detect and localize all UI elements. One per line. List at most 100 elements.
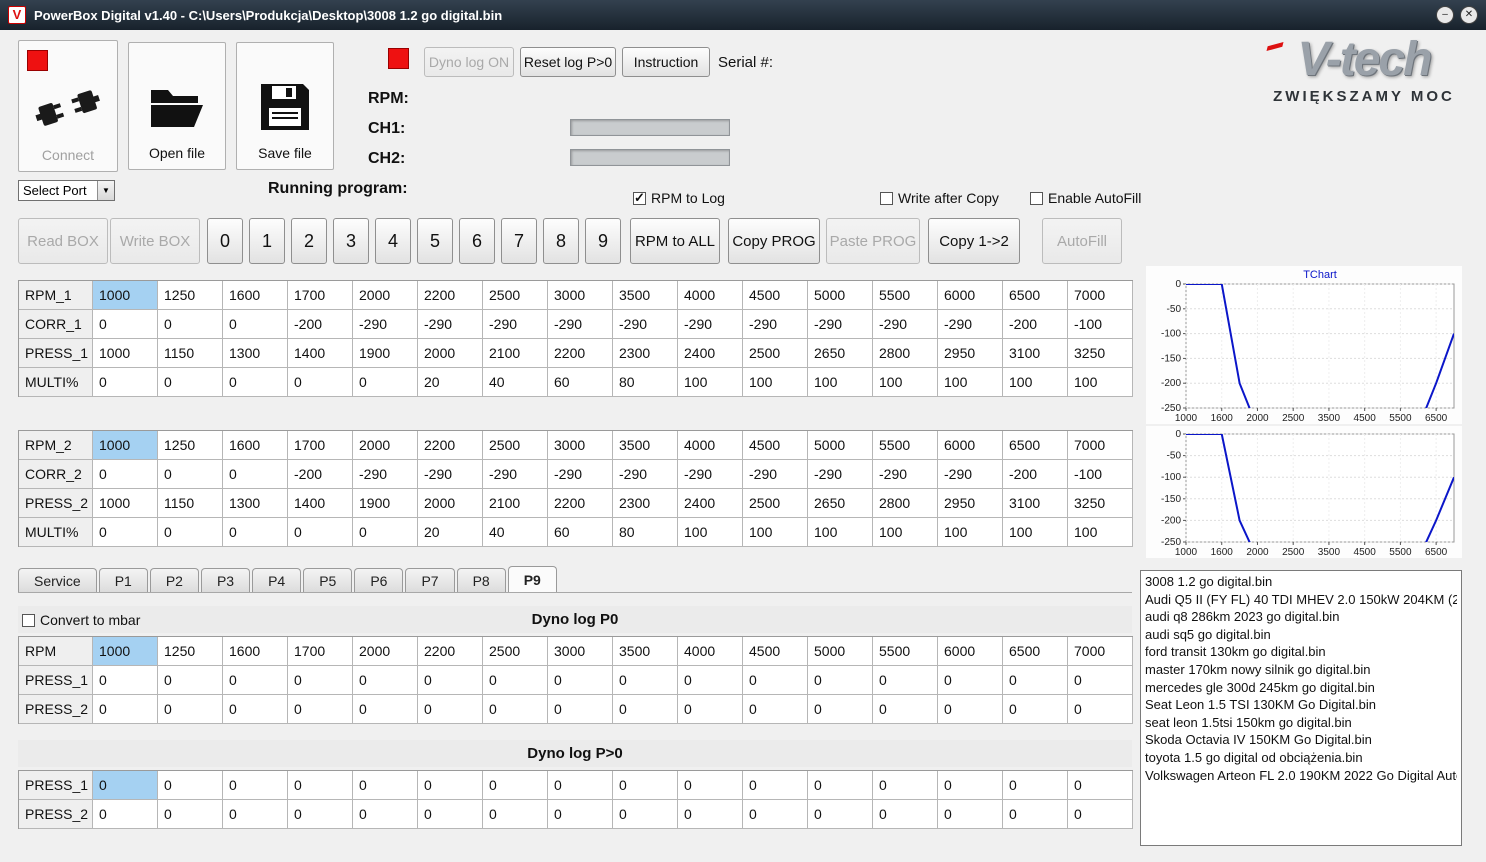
table-cell[interactable]: 2650	[808, 489, 873, 518]
table-cell[interactable]: 4500	[743, 637, 808, 666]
file-item[interactable]: 3008 1.2 go digital.bin	[1145, 573, 1457, 591]
table-cell[interactable]: 0	[808, 771, 873, 800]
table-cell[interactable]: 0	[418, 695, 483, 724]
file-item[interactable]: Audi Q5 II (FY FL) 40 TDI MHEV 2.0 150kW…	[1145, 591, 1457, 609]
table-cell[interactable]: 0	[1003, 800, 1068, 829]
digit-button-0[interactable]: 0	[207, 218, 243, 264]
table-cell[interactable]: 2200	[418, 637, 483, 666]
table-cell[interactable]: 0	[1068, 666, 1133, 695]
table-cell[interactable]: 2300	[613, 339, 678, 368]
file-list[interactable]: 3008 1.2 go digital.bin Audi Q5 II (FY FL…	[1140, 570, 1462, 846]
table-cell[interactable]: 0	[418, 771, 483, 800]
table-cell[interactable]: 3000	[548, 637, 613, 666]
table-cell[interactable]: 40	[483, 368, 548, 397]
table-cell[interactable]: -290	[548, 460, 613, 489]
table-cell[interactable]: 0	[548, 666, 613, 695]
table-cell[interactable]: 4000	[678, 637, 743, 666]
table-cell[interactable]: 2300	[613, 489, 678, 518]
table-cell[interactable]: 100	[808, 368, 873, 397]
table-cell[interactable]: 7000	[1068, 431, 1133, 460]
table-cell[interactable]: 0	[353, 800, 418, 829]
table-cell[interactable]: 0	[158, 310, 223, 339]
table-cell[interactable]: 0	[678, 800, 743, 829]
table-cell[interactable]: 3500	[613, 637, 678, 666]
table-cell[interactable]: 1700	[288, 637, 353, 666]
table-cell[interactable]: 0	[483, 666, 548, 695]
table-cell[interactable]: 0	[678, 666, 743, 695]
table-cell[interactable]: 0	[743, 695, 808, 724]
table-cell[interactable]: 0	[223, 310, 288, 339]
digit-button-4[interactable]: 4	[375, 218, 411, 264]
table-cell[interactable]: 2400	[678, 339, 743, 368]
table-cell[interactable]: 0	[1003, 695, 1068, 724]
table-cell[interactable]: 0	[1068, 695, 1133, 724]
tab-p7[interactable]: P7	[405, 568, 455, 592]
table-cell[interactable]: -290	[808, 310, 873, 339]
table-cell[interactable]: 100	[873, 518, 938, 547]
table-cell[interactable]: 5000	[808, 431, 873, 460]
table-cell[interactable]: 2950	[938, 489, 1003, 518]
table-cell[interactable]: 2200	[418, 281, 483, 310]
table-cell[interactable]: 0	[873, 771, 938, 800]
table-cell[interactable]: -100	[1068, 460, 1133, 489]
table-cell[interactable]: 2200	[418, 431, 483, 460]
table-cell[interactable]: 0	[808, 666, 873, 695]
table-cell[interactable]: 2000	[353, 431, 418, 460]
table-cell[interactable]: 0	[93, 310, 158, 339]
table-cell[interactable]: -200	[288, 460, 353, 489]
table-cell[interactable]: 1700	[288, 431, 353, 460]
table-cell[interactable]: 0	[873, 695, 938, 724]
table-cell[interactable]: 100	[678, 368, 743, 397]
autofill-button[interactable]: AutoFill	[1042, 218, 1122, 264]
table-cell[interactable]: 0	[353, 368, 418, 397]
table-cell[interactable]: 3250	[1068, 489, 1133, 518]
copy-prog-button[interactable]: Copy PROG	[728, 218, 820, 264]
table-cell[interactable]: 0	[223, 460, 288, 489]
table-cell[interactable]: 0	[613, 695, 678, 724]
table-cell[interactable]: 100	[873, 368, 938, 397]
table-cell[interactable]: 80	[613, 518, 678, 547]
table-cell[interactable]: 0	[288, 695, 353, 724]
digit-button-8[interactable]: 8	[543, 218, 579, 264]
table-cell[interactable]: 0	[548, 800, 613, 829]
table-cell[interactable]: 0	[743, 800, 808, 829]
table-cell[interactable]: -290	[483, 460, 548, 489]
table-cell[interactable]: 1300	[223, 339, 288, 368]
table-cell[interactable]: -290	[613, 310, 678, 339]
rpm-to-all-button[interactable]: RPM to ALL	[630, 218, 720, 264]
table-cell[interactable]: 1300	[223, 489, 288, 518]
table-cell[interactable]: 0	[938, 666, 1003, 695]
table-cell[interactable]: 80	[613, 368, 678, 397]
table-cell[interactable]: -290	[483, 310, 548, 339]
table-cell[interactable]: 6000	[938, 431, 1003, 460]
table-cell[interactable]: -200	[1003, 310, 1068, 339]
table-cell[interactable]: 2200	[548, 339, 613, 368]
file-item[interactable]: Skoda Octavia IV 150KM Go Digital.bin	[1145, 731, 1457, 749]
table-cell[interactable]: 0	[1068, 800, 1133, 829]
table-cell[interactable]: 4000	[678, 281, 743, 310]
tab-p2[interactable]: P2	[149, 568, 199, 592]
table-cell[interactable]: 0	[158, 695, 223, 724]
tab-p3[interactable]: P3	[200, 568, 251, 592]
table-cell[interactable]: 60	[548, 368, 613, 397]
table-cell[interactable]: 2100	[483, 489, 548, 518]
table-cell[interactable]: 100	[808, 518, 873, 547]
file-item[interactable]: audi sq5 go digital.bin	[1145, 626, 1457, 644]
table-cell[interactable]: -290	[678, 310, 743, 339]
table-cell[interactable]: 2000	[418, 339, 483, 368]
table-cell[interactable]: 0	[93, 800, 158, 829]
digit-button-1[interactable]: 1	[249, 218, 285, 264]
table-cell[interactable]: 1000	[93, 339, 158, 368]
file-item[interactable]: Seat Leon 1.5 TSI 130KM Go Digital.bin	[1145, 696, 1457, 714]
digit-button-3[interactable]: 3	[333, 218, 369, 264]
table-cell[interactable]: 0	[938, 695, 1003, 724]
table-cell[interactable]: 0	[223, 666, 288, 695]
table-cell[interactable]: 0	[678, 771, 743, 800]
table-cell[interactable]: 2800	[873, 489, 938, 518]
table-cell[interactable]: 60	[548, 518, 613, 547]
table-cell[interactable]: 2800	[873, 339, 938, 368]
table-cell[interactable]: -290	[743, 310, 808, 339]
close-button[interactable]: ✕	[1460, 6, 1478, 24]
table-cell[interactable]: -290	[938, 310, 1003, 339]
table-cell[interactable]: 1000	[93, 489, 158, 518]
